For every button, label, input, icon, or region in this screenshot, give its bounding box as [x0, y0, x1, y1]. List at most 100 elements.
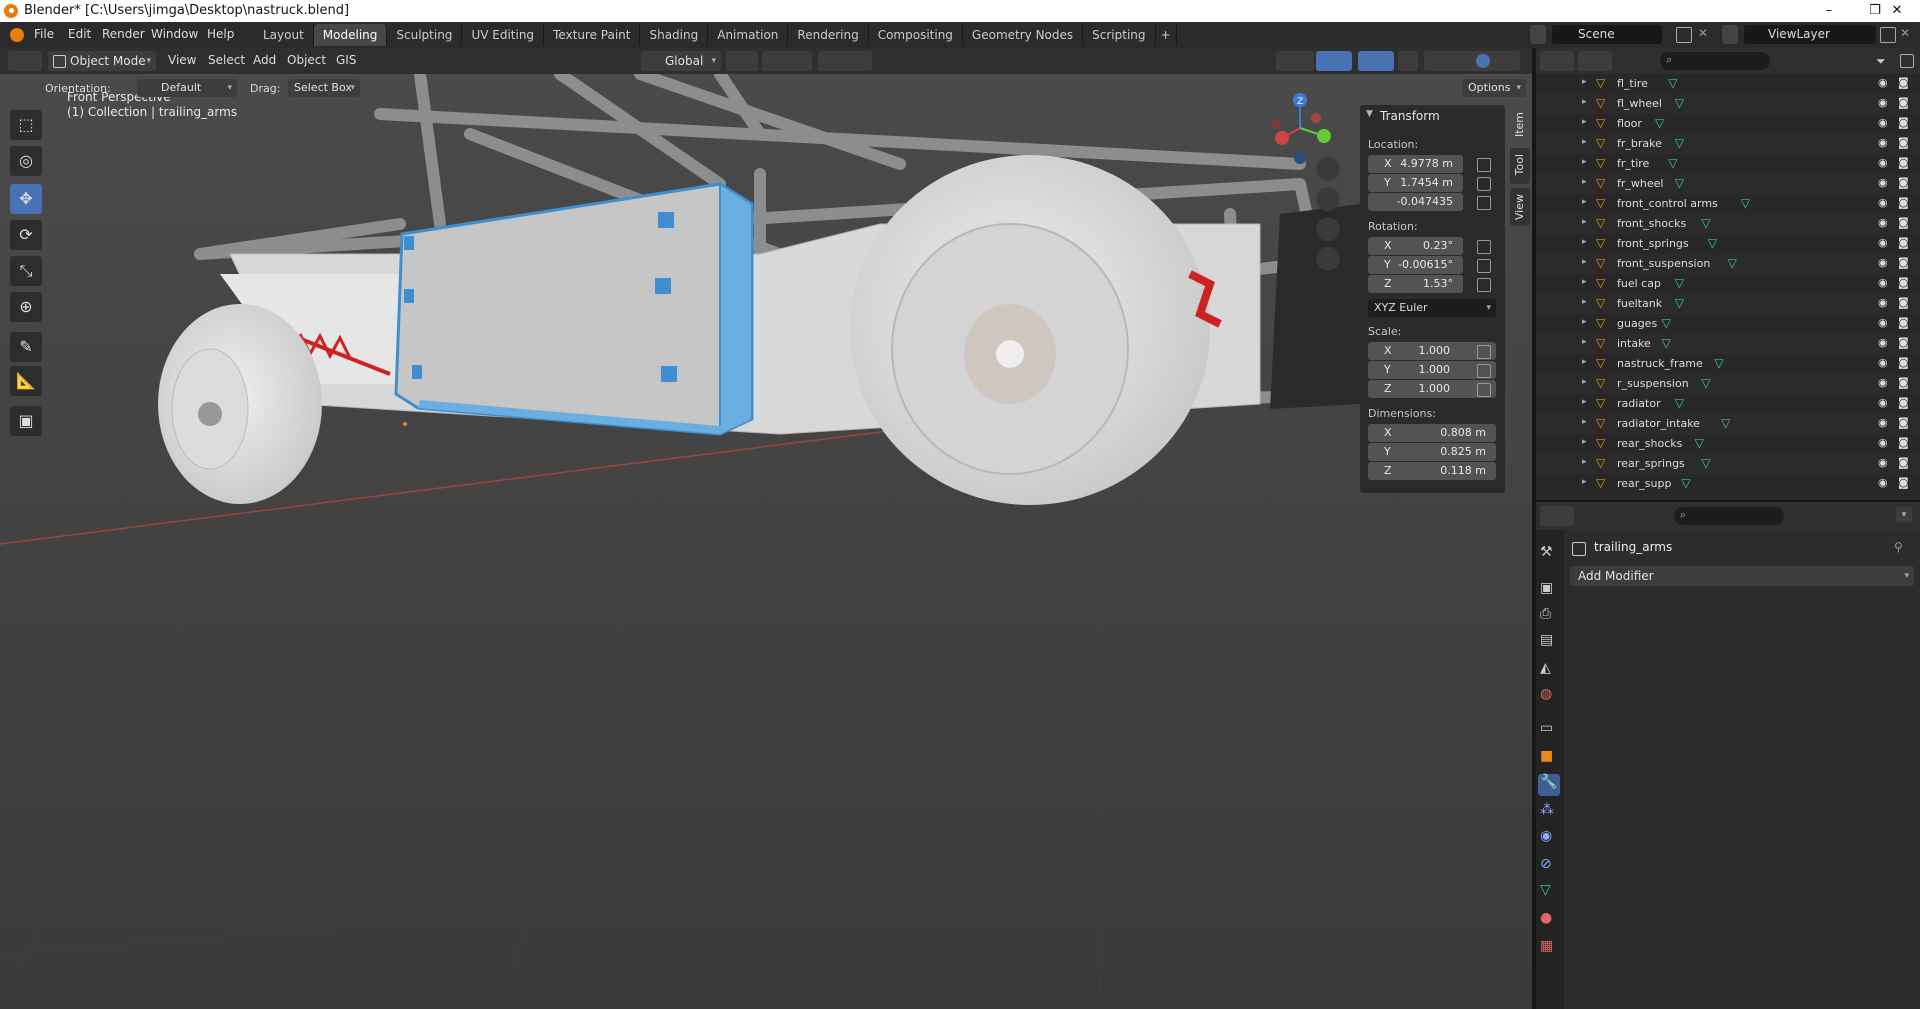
expand-arrow-icon[interactable]: ▸	[1582, 377, 1587, 387]
render-camera-icon[interactable]: ◙	[1898, 336, 1909, 349]
location-x-field[interactable]: X 4.9778 m	[1368, 155, 1463, 173]
overlays-icon[interactable]	[1358, 51, 1394, 71]
outliner-item-label[interactable]: fl_tire	[1617, 77, 1648, 90]
outliner-item-label[interactable]: front_shocks	[1617, 217, 1686, 230]
outliner-item[interactable]: ▸ ▽ fl_tire ▽ ◉ ◙	[1536, 74, 1920, 94]
outliner-item-label[interactable]: radiator_intake	[1617, 417, 1700, 430]
visibility-eye-icon[interactable]: ◉	[1878, 356, 1888, 369]
render-camera-icon[interactable]: ◙	[1898, 196, 1909, 209]
solid-shading-icon[interactable]	[1476, 54, 1490, 68]
render-camera-icon[interactable]: ◙	[1898, 256, 1909, 269]
outliner-item-label[interactable]: fuel cap	[1617, 277, 1661, 290]
outliner-item[interactable]: ▸ ▽ rear_shocks ▽ ◉ ◙	[1536, 434, 1920, 454]
tab-modeling[interactable]: Modeling	[313, 24, 388, 46]
menu-gis[interactable]: GIS	[336, 53, 356, 67]
expand-arrow-icon[interactable]: ▸	[1582, 197, 1587, 207]
texture-properties-icon[interactable]: ▦	[1540, 938, 1553, 954]
expand-arrow-icon[interactable]: ▸	[1582, 137, 1587, 147]
outliner-editor-type-icon[interactable]	[1540, 51, 1574, 71]
render-camera-icon[interactable]: ◙	[1898, 96, 1909, 109]
transform-section-title[interactable]: Transform	[1380, 109, 1440, 123]
visibility-eye-icon[interactable]: ◉	[1878, 256, 1888, 269]
tab-texture-paint[interactable]: Texture Paint	[544, 24, 641, 46]
visibility-eye-icon[interactable]: ◉	[1878, 316, 1888, 329]
dimension-y-field[interactable]: Y 0.825 m	[1368, 443, 1496, 461]
expand-arrow-icon[interactable]: ▸	[1582, 477, 1587, 487]
expand-arrow-icon[interactable]: ▸	[1582, 237, 1587, 247]
outliner-item[interactable]: ▸ ▽ r_suspension ▽ ◉ ◙	[1536, 374, 1920, 394]
collection-properties-icon[interactable]: ▭	[1540, 720, 1553, 736]
delete-scene-icon[interactable]: ✕	[1698, 26, 1708, 40]
sidebar-tab-item[interactable]: Item	[1510, 106, 1530, 144]
render-camera-icon[interactable]: ◙	[1898, 376, 1909, 389]
mesh-data-icon[interactable]: ▽	[1675, 396, 1684, 410]
mesh-data-icon[interactable]: ▽	[1728, 256, 1737, 270]
visibility-eye-icon[interactable]: ◉	[1878, 76, 1888, 89]
menu-help[interactable]: Help	[207, 27, 234, 41]
modifier-properties-icon[interactable]: 🔧	[1538, 774, 1560, 796]
render-camera-icon[interactable]: ◙	[1898, 176, 1909, 189]
tab-geometry-nodes[interactable]: Geometry Nodes	[962, 24, 1084, 46]
visibility-eye-icon[interactable]: ◉	[1878, 296, 1888, 309]
visibility-eye-icon[interactable]: ◉	[1878, 176, 1888, 189]
expand-arrow-icon[interactable]: ▸	[1582, 77, 1587, 87]
gizmos-icon[interactable]	[1316, 51, 1352, 71]
menu-file[interactable]: File	[34, 27, 54, 41]
render-camera-icon[interactable]: ◙	[1898, 316, 1909, 329]
blender-menu-icon[interactable]	[10, 28, 24, 42]
rotation-x-field[interactable]: X 0.23°	[1368, 237, 1463, 255]
lock-icon[interactable]	[1477, 259, 1491, 273]
menu-edit[interactable]: Edit	[68, 27, 91, 41]
visibility-eye-icon[interactable]: ◉	[1878, 336, 1888, 349]
expand-arrow-icon[interactable]: ▸	[1582, 437, 1587, 447]
mesh-data-icon[interactable]: ▽	[1662, 316, 1671, 330]
transform-tool[interactable]: ⊕	[10, 292, 42, 322]
visibility-eye-icon[interactable]: ◉	[1878, 436, 1888, 449]
visibility-eye-icon[interactable]: ◉	[1878, 456, 1888, 469]
visibility-eye-icon[interactable]: ◉	[1878, 196, 1888, 209]
render-camera-icon[interactable]: ◙	[1898, 216, 1909, 229]
mesh-data-icon[interactable]: ▽	[1701, 376, 1710, 390]
tab-shading[interactable]: Shading	[640, 24, 709, 46]
outliner-item-label[interactable]: fr_brake	[1617, 137, 1662, 150]
new-collection-icon[interactable]	[1900, 54, 1914, 68]
render-camera-icon[interactable]: ◙	[1898, 356, 1909, 369]
lock-icon[interactable]	[1477, 240, 1491, 254]
add-workspace-button[interactable]: +	[1155, 24, 1177, 46]
properties-search-input[interactable]: ⌕	[1674, 507, 1784, 525]
mesh-data-icon[interactable]: ▽	[1668, 156, 1677, 170]
lock-icon[interactable]	[1477, 278, 1491, 292]
view-layer-selector-icon[interactable]	[1722, 25, 1738, 44]
expand-arrow-icon[interactable]: ▸	[1582, 357, 1587, 367]
properties-editor-type-icon[interactable]	[1540, 506, 1574, 526]
outliner-item-label[interactable]: fueltank	[1617, 297, 1662, 310]
mesh-data-icon[interactable]: ▽	[1662, 336, 1671, 350]
select-box-tool[interactable]: ⬚	[10, 110, 42, 140]
constraints-properties-icon[interactable]: ⊘	[1540, 856, 1552, 872]
measure-tool[interactable]: 📐	[10, 366, 42, 396]
annotate-tool[interactable]: ✎	[10, 332, 42, 362]
visibility-icon[interactable]	[1276, 51, 1314, 71]
mesh-data-icon[interactable]: ▽	[1695, 436, 1704, 450]
camera-view-icon[interactable]	[1316, 217, 1340, 241]
scene-name-field[interactable]: Scene	[1552, 25, 1662, 44]
minimize-button[interactable]: –	[1806, 0, 1852, 22]
tab-scripting[interactable]: Scripting	[1083, 24, 1156, 46]
visibility-eye-icon[interactable]: ◉	[1878, 96, 1888, 109]
outliner-item-label[interactable]: intake	[1617, 337, 1651, 350]
menu-render[interactable]: Render	[102, 27, 145, 41]
visibility-eye-icon[interactable]: ◉	[1878, 476, 1888, 489]
lock-icon[interactable]	[1477, 383, 1491, 397]
visibility-eye-icon[interactable]: ◉	[1878, 276, 1888, 289]
visibility-eye-icon[interactable]: ◉	[1878, 216, 1888, 229]
render-camera-icon[interactable]: ◙	[1898, 296, 1909, 309]
output-properties-icon[interactable]: ⎙	[1540, 606, 1551, 622]
lock-icon[interactable]	[1477, 345, 1491, 359]
world-properties-icon[interactable]: ◍	[1540, 686, 1552, 702]
lock-icon[interactable]	[1477, 177, 1491, 191]
outliner-item[interactable]: ▸ ▽ fr_tire ▽ ◉ ◙	[1536, 154, 1920, 174]
outliner-item[interactable]: ▸ ▽ guages ▽ ◉ ◙	[1536, 314, 1920, 334]
rotation-z-field[interactable]: Z 1.53°	[1368, 275, 1463, 293]
expand-arrow-icon[interactable]: ▸	[1582, 157, 1587, 167]
menu-select[interactable]: Select	[208, 53, 245, 67]
